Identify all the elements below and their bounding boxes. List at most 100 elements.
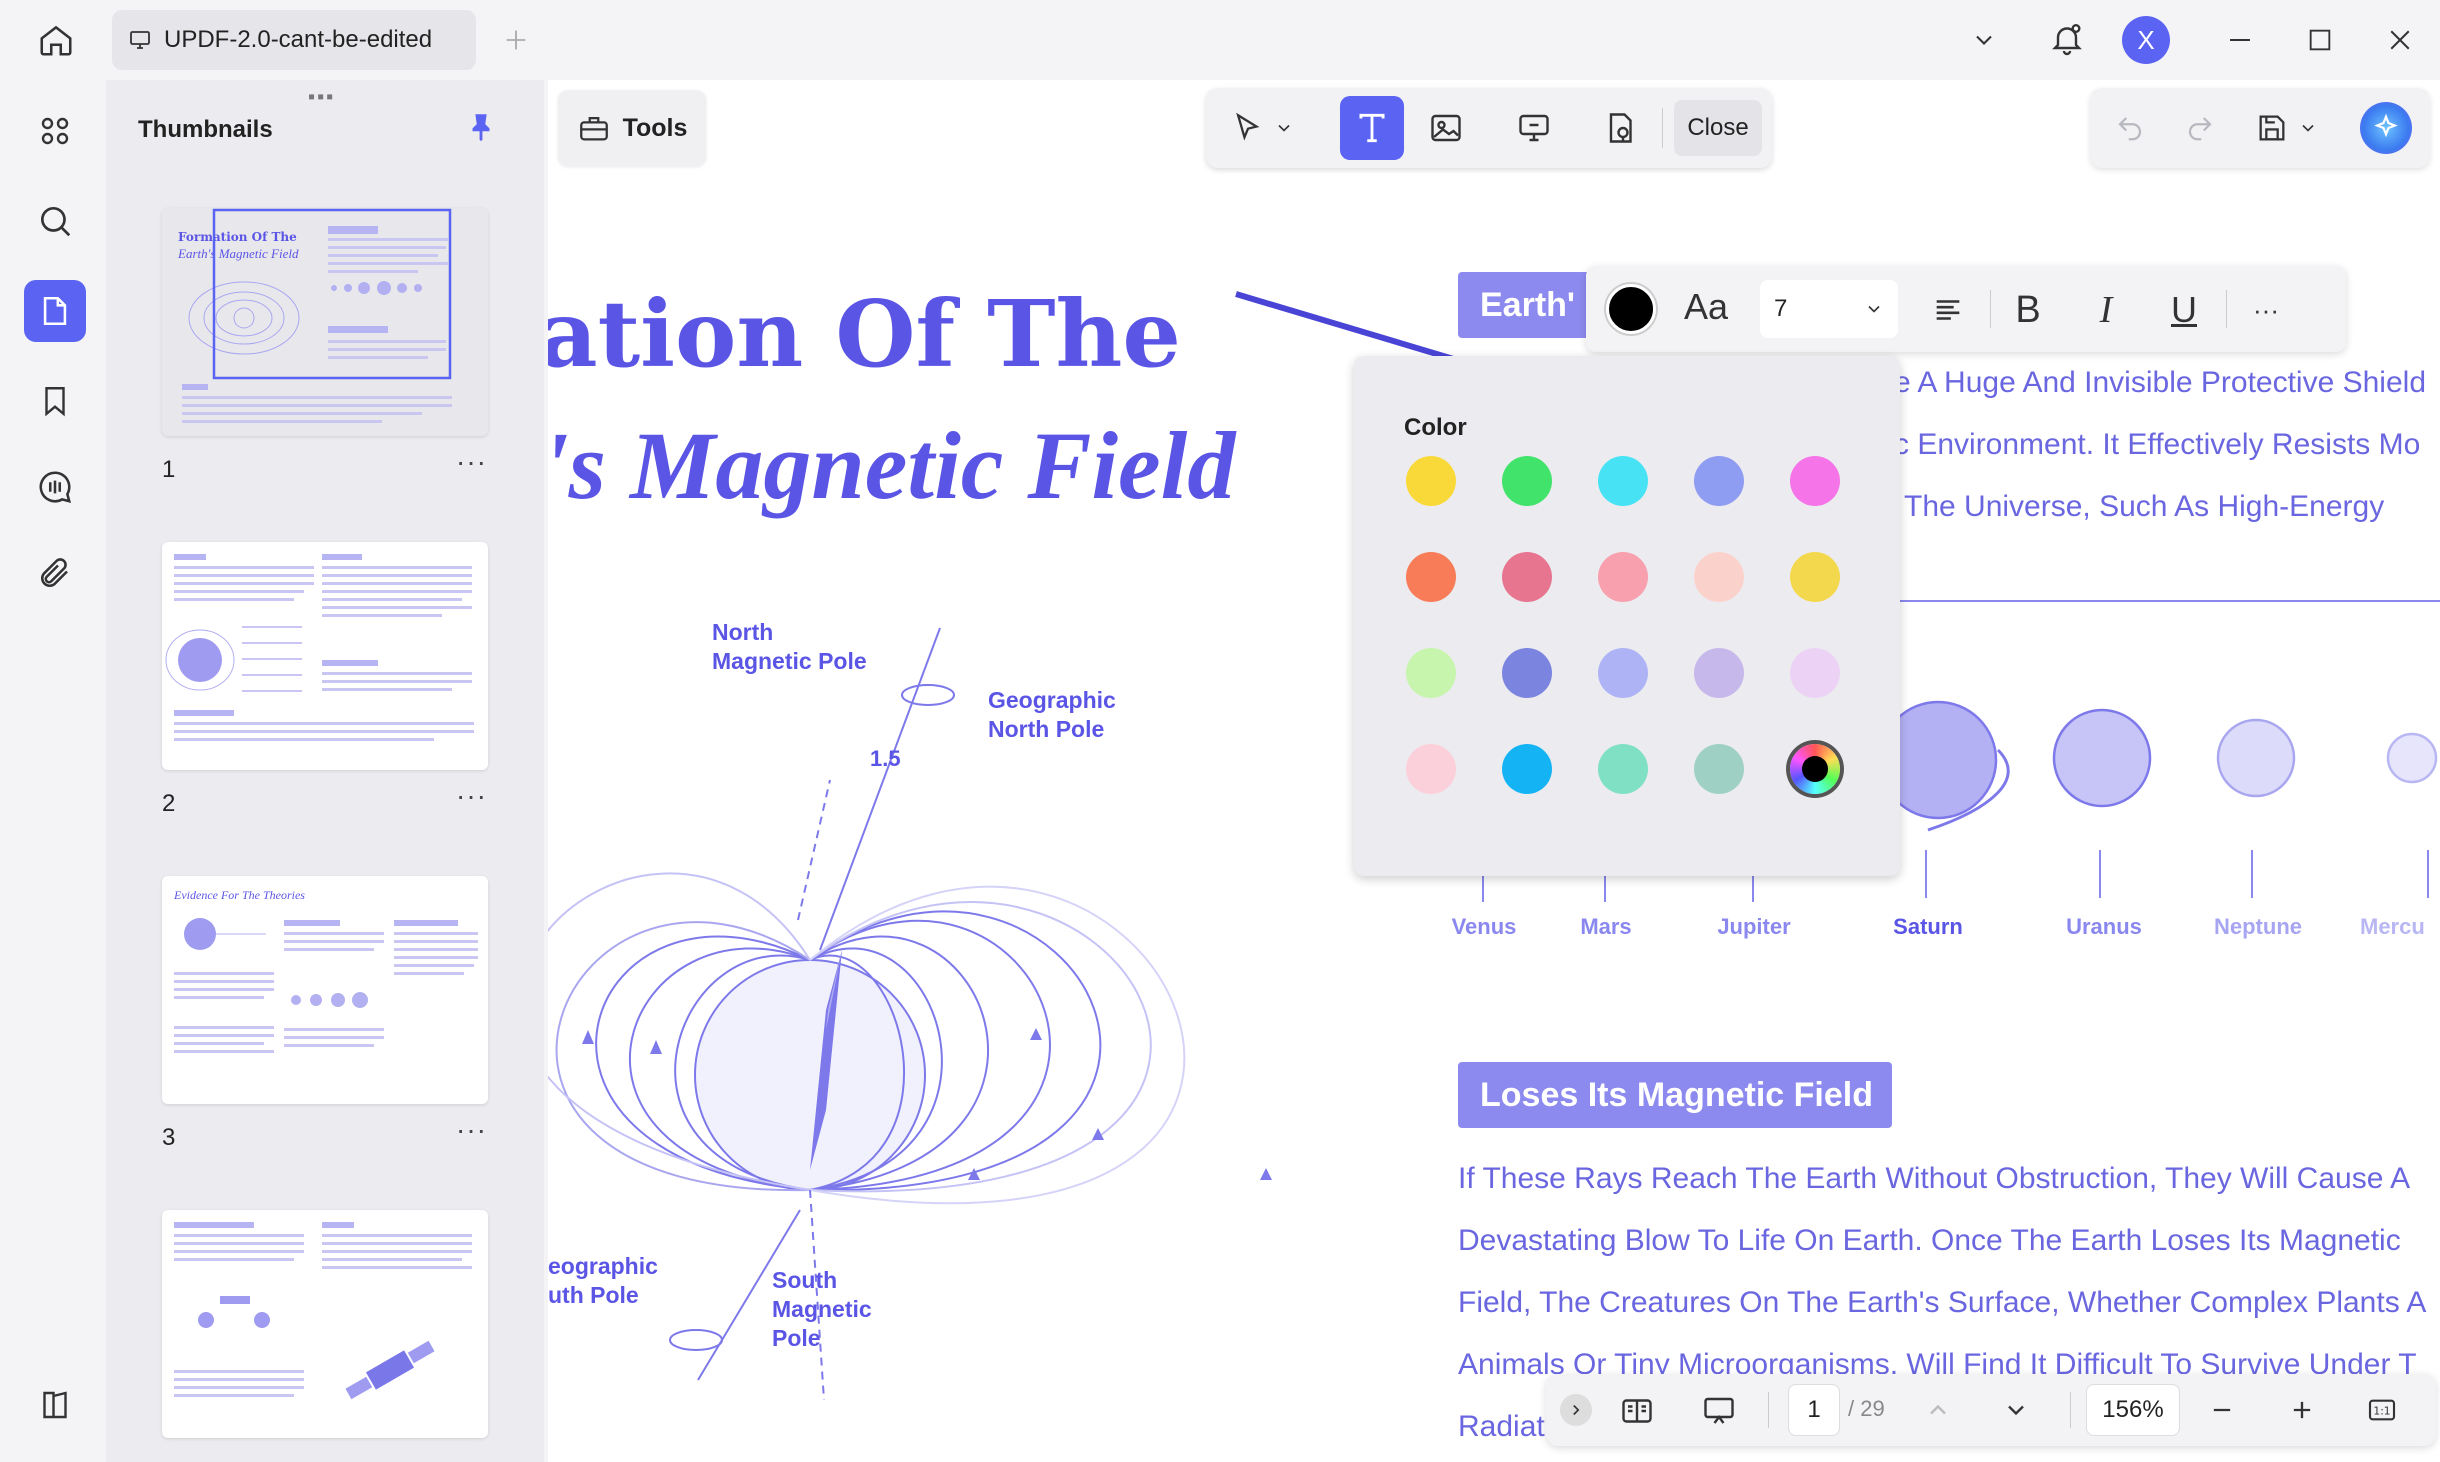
- label-south-magnetic-pole: South Magnetic Pole: [772, 1267, 872, 1351]
- color-swatch[interactable]: [1598, 456, 1648, 506]
- chevron-down-icon[interactable]: [2296, 116, 2320, 140]
- document-tab[interactable]: UPDF-2.0-cant-be-edited: [112, 10, 476, 70]
- watermark-icon[interactable]: [1596, 104, 1644, 152]
- notification-bell-icon[interactable]: [2046, 18, 2088, 60]
- search-icon[interactable]: [24, 190, 86, 252]
- color-swatch[interactable]: [1694, 648, 1744, 698]
- color-swatch[interactable]: [1790, 552, 1840, 602]
- planet-tick: [1752, 876, 1754, 902]
- color-swatch[interactable]: [1598, 648, 1648, 698]
- thumb-heading: Evidence For The Theories: [174, 888, 305, 902]
- thumbnail-page-1[interactable]: Formation Of The Earth's Magnetic Field: [162, 208, 488, 436]
- next-page-icon[interactable]: [1996, 1390, 2036, 1430]
- zoom-out-icon[interactable]: [2202, 1390, 2242, 1430]
- section-heading-earth[interactable]: Earth': [1458, 272, 1598, 338]
- left-rail: [0, 80, 106, 1462]
- thumbnails-page-icon[interactable]: [24, 280, 86, 342]
- sidebar-toggle-icon[interactable]: [24, 1374, 86, 1436]
- planet-tick: [1482, 876, 1484, 902]
- color-swatch[interactable]: [1694, 552, 1744, 602]
- home-icon[interactable]: [32, 16, 80, 64]
- close-window-icon[interactable]: [2380, 20, 2420, 60]
- comment-icon[interactable]: [24, 456, 86, 518]
- color-swatch[interactable]: [1790, 456, 1840, 506]
- color-swatch[interactable]: [1502, 456, 1552, 506]
- ai-assistant-icon[interactable]: [2360, 102, 2412, 154]
- planet-label: Mercu: [2360, 914, 2425, 939]
- color-swatch[interactable]: [1406, 552, 1456, 602]
- toolbox-icon: [579, 116, 608, 141]
- pointer-icon[interactable]: [1226, 106, 1270, 150]
- align-left-icon[interactable]: [1926, 288, 1970, 332]
- text-color-button[interactable]: [1606, 284, 1656, 334]
- bookmark-icon[interactable]: [24, 370, 86, 432]
- undo-icon[interactable]: [2110, 108, 2150, 148]
- thumb-more-icon[interactable]: ···: [456, 446, 487, 478]
- save-icon[interactable]: [2250, 106, 2294, 150]
- minimize-icon[interactable]: [2220, 20, 2260, 60]
- section-heading-loses-magnetic-field[interactable]: Loses Its Magnetic Field: [1458, 1062, 1892, 1128]
- thumb-page-number: 2: [162, 790, 176, 817]
- svg-text:1:1: 1:1: [2373, 1405, 2390, 1418]
- thumbnails-panel: ▪▪▪ Thumbnails Formation Of The Earth's …: [106, 80, 544, 1462]
- toolbar-divider: [2226, 290, 2227, 328]
- color-swatch[interactable]: [1694, 744, 1744, 794]
- pin-icon[interactable]: [464, 110, 498, 149]
- color-swatch[interactable]: [1502, 648, 1552, 698]
- close-edit-label: Close: [1687, 114, 1749, 141]
- body-line: The Universe, Such As High-Energy: [1904, 490, 2385, 523]
- more-options-icon[interactable]: ···: [2244, 288, 2288, 332]
- italic-icon[interactable]: I: [2084, 288, 2128, 332]
- zoom-level[interactable]: 156%: [2086, 1384, 2180, 1436]
- user-avatar[interactable]: X: [2122, 16, 2170, 64]
- add-image-icon[interactable]: [1422, 104, 1470, 152]
- planet-label: Neptune: [2214, 914, 2302, 939]
- add-link-icon[interactable]: [1510, 104, 1558, 152]
- organize-pages-icon[interactable]: [24, 100, 86, 162]
- thumb-more-icon[interactable]: ···: [456, 1114, 487, 1146]
- bold-icon[interactable]: B: [2006, 288, 2050, 332]
- new-tab-icon[interactable]: [498, 22, 534, 58]
- font-size-select[interactable]: 7: [1760, 280, 1898, 338]
- thumbnail-page-3[interactable]: Evidence For The Theories: [162, 876, 488, 1104]
- page-number-input[interactable]: 1: [1788, 1384, 1840, 1436]
- thumb-more-icon[interactable]: ···: [456, 780, 487, 812]
- color-swatch[interactable]: [1598, 744, 1648, 794]
- zoom-in-icon[interactable]: [2282, 1390, 2322, 1430]
- color-swatch[interactable]: [1502, 552, 1552, 602]
- actual-size-icon[interactable]: 1:1: [2362, 1390, 2402, 1430]
- collapse-bar-icon[interactable]: [1560, 1394, 1592, 1426]
- chevron-down-icon[interactable]: [1270, 114, 1298, 142]
- planet-label: Venus: [1451, 914, 1517, 939]
- color-swatch[interactable]: [1406, 456, 1456, 506]
- add-text-icon[interactable]: [1340, 96, 1404, 160]
- page-layout-icon[interactable]: [1614, 1388, 1660, 1434]
- close-edit-button[interactable]: Close: [1674, 100, 1762, 156]
- chevron-down-icon[interactable]: [1966, 22, 2002, 58]
- font-family-button[interactable]: Aa: [1684, 286, 1728, 328]
- tools-button[interactable]: Tools: [558, 90, 706, 166]
- attachment-icon[interactable]: [24, 542, 86, 604]
- panel-drag-handle[interactable]: ▪▪▪: [308, 86, 335, 109]
- color-swatch[interactable]: [1598, 552, 1648, 602]
- previous-page-icon[interactable]: [1918, 1390, 1958, 1430]
- underline-icon[interactable]: U: [2162, 288, 2206, 332]
- thumbnail-page-4[interactable]: [162, 1210, 488, 1438]
- document-tab-title: UPDF-2.0-cant-be-edited: [164, 26, 433, 53]
- color-swatch[interactable]: [1406, 744, 1456, 794]
- toolbar-divider: [1662, 108, 1663, 148]
- color-picker-popup: Color: [1354, 356, 1900, 876]
- body-line: Devastating Blow To Life On Earth. Once …: [1458, 1224, 2401, 1257]
- thumbnail-page-2[interactable]: [162, 542, 488, 770]
- color-swatch[interactable]: [1790, 648, 1840, 698]
- maximize-icon[interactable]: [2300, 20, 2340, 60]
- presentation-icon[interactable]: [1696, 1388, 1742, 1434]
- color-swatch[interactable]: [1502, 744, 1552, 794]
- custom-color-icon[interactable]: [1790, 744, 1840, 794]
- color-swatch[interactable]: [1406, 648, 1456, 698]
- document-title-line2: 's Magnetic Field: [548, 412, 1236, 519]
- tools-label: Tools: [622, 113, 688, 142]
- toolbar-divider: [1990, 290, 1991, 328]
- color-swatch[interactable]: [1694, 456, 1744, 506]
- redo-icon[interactable]: [2180, 108, 2220, 148]
